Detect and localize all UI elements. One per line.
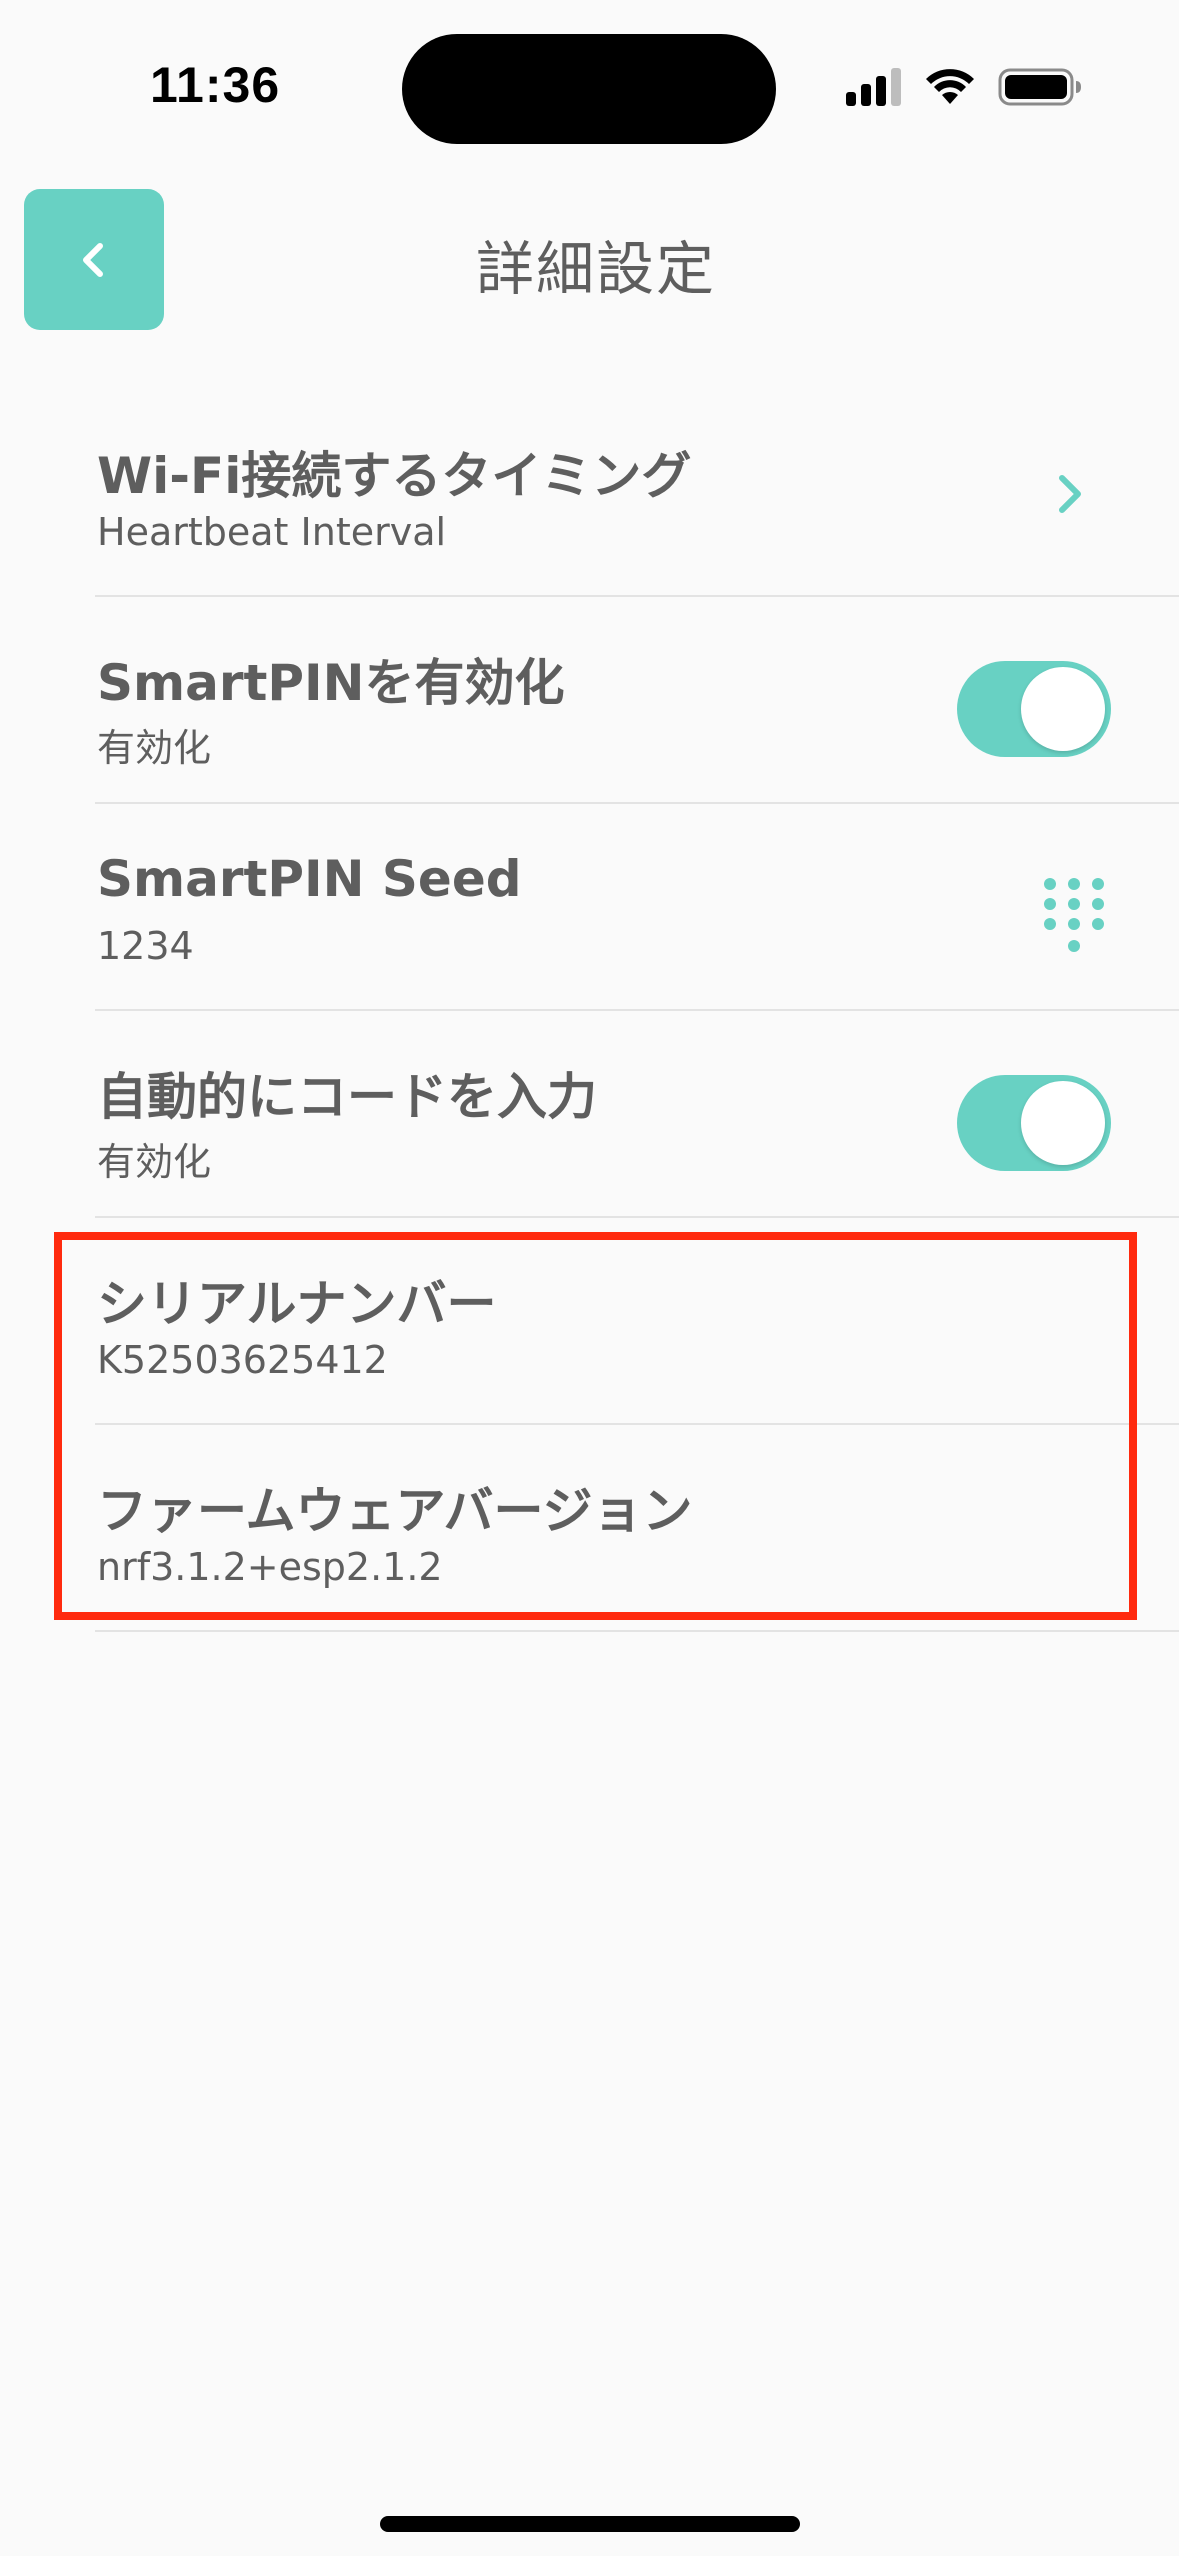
setting-row-auto-code-input: 自動的にコードを入力 有効化 [95, 1011, 1179, 1218]
setting-row-wifi-timing[interactable]: Wi-Fi接続するタイミング Heartbeat Interval [95, 390, 1179, 597]
row-title: シリアルナンバー [97, 1275, 497, 1333]
row-title: 自動的にコードを入力 [97, 1068, 597, 1126]
setting-row-firmware-version: ファームウェアバージョン nrf3.1.2+esp2.1.2 [95, 1425, 1179, 1632]
status-bar: 11:36 [0, 0, 1179, 170]
toggle-knob [1021, 667, 1105, 751]
row-subtitle: nrf3.1.2+esp2.1.2 [97, 1545, 443, 1589]
row-subtitle: 有効化 [97, 1140, 212, 1184]
keypad-icon[interactable] [1039, 874, 1109, 960]
chevron-left-icon [83, 242, 103, 277]
row-title: ファームウェアバージョン [97, 1482, 693, 1540]
row-subtitle: Heartbeat Interval [97, 510, 447, 554]
page-title: 詳細設定 [475, 235, 716, 303]
row-title: SmartPIN Seed [97, 850, 522, 908]
setting-row-smartpin-seed[interactable]: SmartPIN Seed 1234 [95, 804, 1179, 1011]
back-button[interactable] [24, 189, 164, 330]
toggle-knob [1021, 1081, 1105, 1165]
battery-icon [998, 68, 1081, 106]
wifi-icon [926, 69, 974, 104]
row-subtitle: K52503625412 [97, 1338, 388, 1382]
status-time: 11:36 [150, 57, 281, 113]
cellular-signal-icon [846, 68, 901, 106]
setting-row-smartpin-enable: SmartPINを有効化 有効化 [95, 597, 1179, 804]
home-indicator [380, 2516, 800, 2532]
setting-row-serial-number: シリアルナンバー K52503625412 [95, 1218, 1179, 1425]
dynamic-island [402, 34, 776, 144]
row-title: SmartPINを有効化 [97, 654, 565, 712]
chevron-right-icon[interactable] [1050, 466, 1090, 522]
row-subtitle: 有効化 [97, 726, 212, 770]
row-subtitle: 1234 [97, 924, 194, 968]
smartpin-toggle[interactable] [957, 661, 1111, 757]
row-title: Wi-Fi接続するタイミング [97, 447, 692, 505]
auto-code-toggle[interactable] [957, 1075, 1111, 1171]
